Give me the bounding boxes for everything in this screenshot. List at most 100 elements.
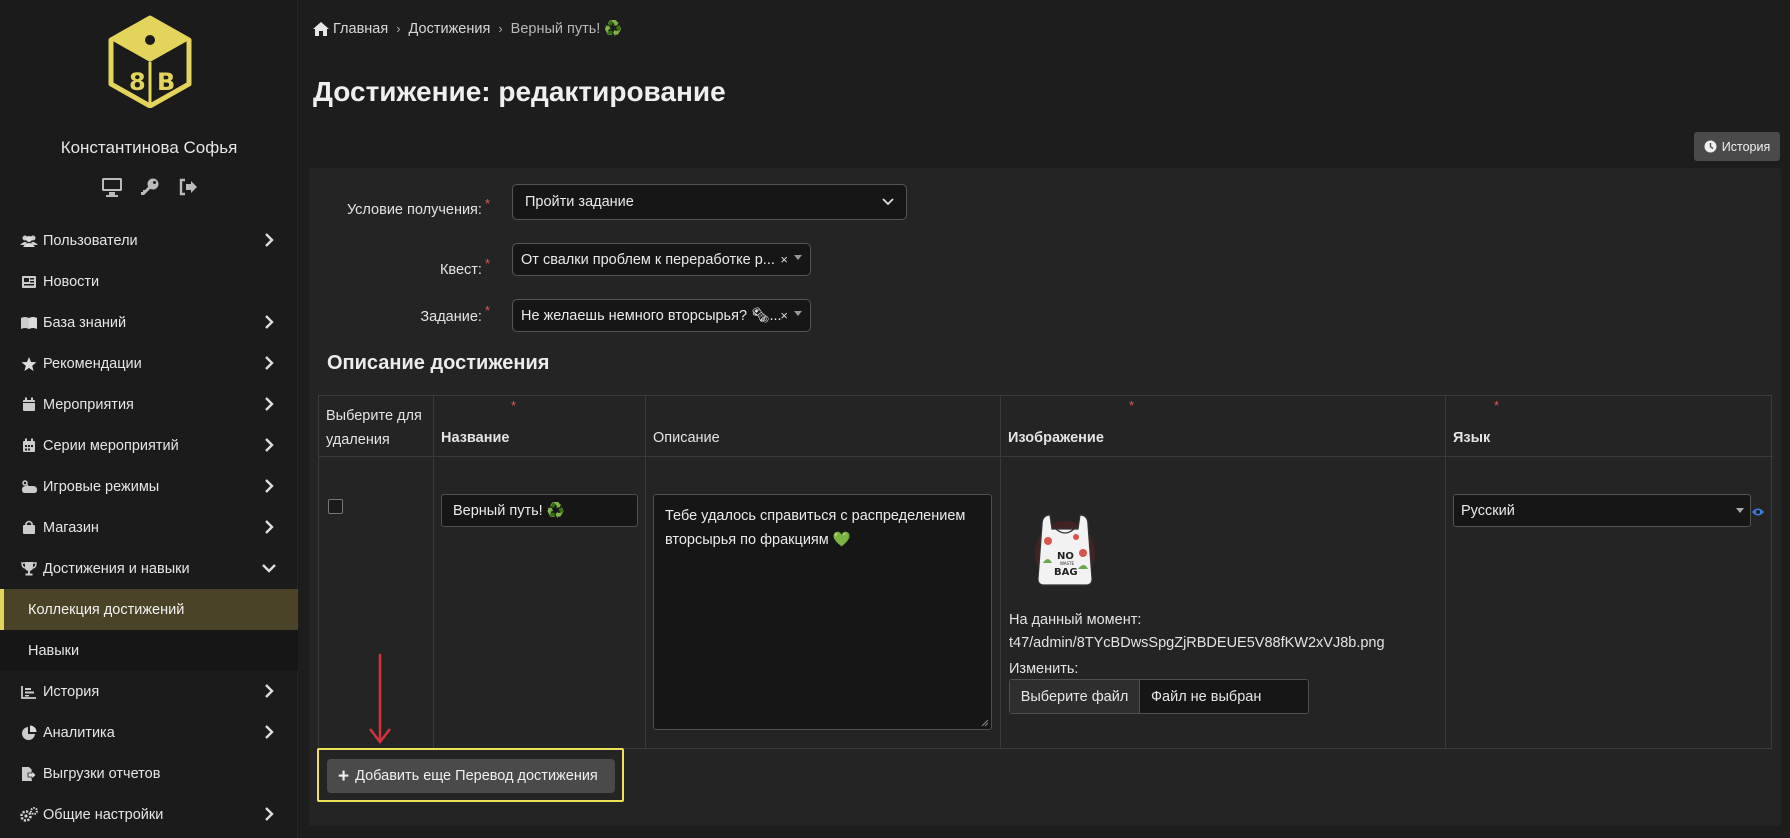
- dropdown-arrow-icon: [1736, 508, 1744, 513]
- sidebar-item-label: Мероприятия: [43, 396, 134, 413]
- condition-label: Условие получения: *: [346, 196, 490, 218]
- current-image-label: На данный момент:: [1009, 612, 1142, 628]
- sidebar-item-label: Новости: [43, 273, 100, 290]
- sidebar-item-label: База знаний: [43, 314, 127, 331]
- no-waste-bag-icon: NO WASTE BAG: [1035, 514, 1095, 586]
- svg-text:B: B: [157, 68, 175, 96]
- chevron-right-icon: [265, 520, 274, 534]
- arrow-down-icon: [369, 654, 391, 745]
- eye-icon[interactable]: [1751, 507, 1765, 517]
- language-select-value: Русский: [1461, 502, 1515, 519]
- cell-language: Русский: [1446, 457, 1773, 748]
- chart-bar-icon: [20, 684, 38, 700]
- dropdown-arrow-icon: [794, 255, 802, 260]
- cell-image: NO WASTE BAG На данный момент: t47/admin…: [1001, 457, 1446, 748]
- chevron-right-icon: [265, 356, 274, 370]
- chevron-down-icon: [262, 564, 276, 573]
- star-icon: [20, 356, 38, 372]
- add-translation-label: Добавить еще Перевод достижения: [355, 768, 598, 784]
- task-label: Задание: *: [420, 303, 490, 325]
- svg-text:8: 8: [129, 68, 146, 96]
- choose-file-button[interactable]: Выберите файл: [1010, 680, 1140, 713]
- chevron-right-icon: [265, 438, 274, 452]
- sidebar-item-analytics[interactable]: Аналитика: [0, 712, 298, 753]
- dropdown-arrow-icon: [794, 311, 802, 316]
- book-icon: [20, 315, 38, 331]
- name-input[interactable]: Верный путь! ♻️: [441, 494, 638, 527]
- sidebar-item-report-exports[interactable]: Выгрузки отчетов: [0, 753, 298, 794]
- sidebar: 8 B Константинова Софья Пользователи Нов…: [0, 0, 298, 838]
- shopping-bag-icon: [20, 520, 38, 536]
- required-marker: *: [511, 398, 517, 413]
- quest-label: Квест: *: [439, 256, 490, 278]
- chevron-right-icon: [265, 479, 274, 493]
- sidebar-item-shop[interactable]: Магазин: [0, 507, 298, 548]
- sidebar-item-achievements[interactable]: Достижения и навыки: [0, 548, 298, 589]
- task-select[interactable]: Не желаешь немного вторсырья? 🗞... ×: [512, 299, 811, 332]
- quest-select-value: От свалки проблем к переработке р...: [521, 251, 775, 268]
- achievement-image: NO WASTE BAG: [1028, 507, 1102, 589]
- condition-select-value: Пройти задание: [525, 194, 634, 210]
- cell-name: Верный путь! ♻️: [434, 457, 646, 748]
- users-icon: [20, 233, 38, 249]
- sidebar-item-event-series[interactable]: Серии мероприятий: [0, 425, 298, 466]
- description-textarea[interactable]: Тебе удалось справиться с распределением…: [653, 494, 992, 730]
- clear-icon[interactable]: ×: [780, 308, 788, 323]
- quest-select[interactable]: От свалки проблем к переработке р... ×: [512, 243, 811, 276]
- sidebar-item-news[interactable]: Новости: [0, 261, 298, 302]
- sidebar-item-label: Достижения и навыки: [43, 560, 190, 577]
- logo[interactable]: 8 B: [105, 14, 195, 109]
- chevron-right-icon: [265, 315, 274, 329]
- breadcrumb-separator: ›: [396, 21, 401, 36]
- user-name: Константинова Софья: [60, 138, 238, 157]
- sidebar-subitem-achievement-collection[interactable]: Коллекция достижений: [0, 589, 298, 630]
- required-marker: *: [1129, 398, 1135, 413]
- sidebar-item-label: Выгрузки отчетов: [43, 765, 161, 782]
- chevron-down-icon: [882, 198, 894, 206]
- sidebar-item-game-modes[interactable]: Игровые режимы: [0, 466, 298, 507]
- trophy-icon: [20, 561, 38, 577]
- key-icon[interactable]: [138, 175, 162, 199]
- logo-icon: 8 B: [108, 15, 192, 109]
- sidebar-item-users[interactable]: Пользователи: [0, 220, 298, 261]
- sidebar-item-knowledge-base[interactable]: База знаний: [0, 302, 298, 343]
- calendar-grid-icon: [20, 438, 38, 454]
- newspaper-icon: [20, 274, 38, 290]
- gamepad-icon: [20, 479, 38, 495]
- resize-handle-icon[interactable]: [981, 719, 989, 727]
- language-select[interactable]: Русский: [1453, 494, 1751, 527]
- svg-text:WASTE: WASTE: [1060, 561, 1074, 566]
- pie-chart-icon: [20, 725, 38, 741]
- image-file-input[interactable]: Выберите файл Файл не выбран: [1009, 679, 1309, 714]
- sidebar-item-label: Коллекция достижений: [28, 601, 185, 618]
- sidebar-item-recommendations[interactable]: Рекомендации: [0, 343, 298, 384]
- clear-icon[interactable]: ×: [780, 252, 788, 267]
- cell-description: Тебе удалось справиться с распределением…: [646, 457, 1001, 748]
- sidebar-item-label: Серии мероприятий: [43, 437, 179, 454]
- header-language: * Язык: [1446, 396, 1773, 457]
- breadcrumb-home[interactable]: Главная: [313, 21, 388, 37]
- sidebar-item-label: Навыки: [28, 642, 80, 659]
- history-button-label: История: [1721, 139, 1771, 154]
- sidebar-item-events[interactable]: Мероприятия: [0, 384, 298, 425]
- sidebar-item-label: История: [43, 683, 100, 700]
- sidebar-item-label: Пользователи: [43, 232, 138, 249]
- header-delete: Выберите для удаления: [319, 396, 434, 457]
- sign-out-icon[interactable]: [176, 175, 200, 199]
- sidebar-item-label: Аналитика: [43, 724, 115, 741]
- current-image-file: t47/admin/8TYcBDwsSpgZjRBDEUE5V88fKW2xVJ…: [1009, 635, 1385, 651]
- sidebar-nav: Пользователи Новости База знаний Рекомен…: [0, 220, 298, 835]
- sidebar-subitem-skills[interactable]: Навыки: [0, 630, 298, 671]
- breadcrumb-section[interactable]: Достижения: [409, 21, 491, 37]
- sidebar-item-history[interactable]: История: [0, 671, 298, 712]
- delete-checkbox[interactable]: [328, 499, 343, 514]
- chevron-right-icon: [265, 684, 274, 698]
- header-image: * Изображение: [1001, 396, 1446, 457]
- condition-select[interactable]: Пройти задание: [512, 184, 907, 220]
- add-translation-button[interactable]: + Добавить еще Перевод достижения: [327, 759, 615, 793]
- sidebar-item-general-settings[interactable]: Общие настройки: [0, 794, 298, 835]
- sidebar-item-label: Рекомендации: [43, 355, 142, 372]
- required-marker: *: [1494, 398, 1500, 413]
- history-button[interactable]: История: [1694, 132, 1780, 161]
- monitor-icon[interactable]: [100, 175, 124, 199]
